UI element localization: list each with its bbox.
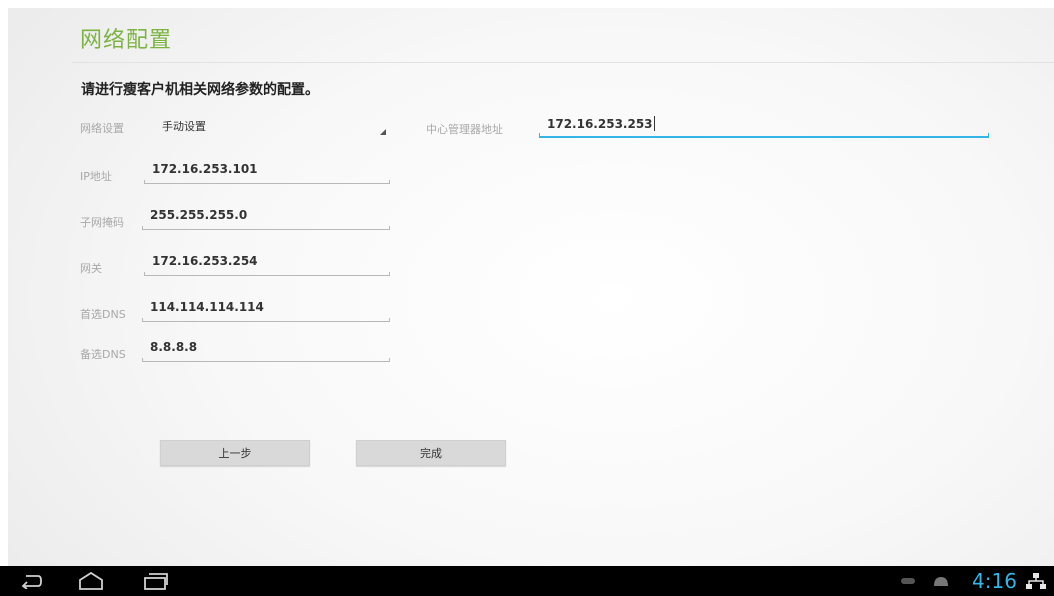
title-divider bbox=[72, 62, 1054, 63]
page-title: 网络配置 bbox=[80, 28, 173, 53]
network-setting-label: 网络设置 bbox=[80, 122, 124, 135]
ip-label: IP地址 bbox=[80, 170, 112, 183]
text-cursor bbox=[653, 116, 655, 131]
dns1-field[interactable]: 114.114.114.114 bbox=[142, 298, 390, 322]
recent-apps-icon[interactable] bbox=[143, 571, 169, 591]
network-setting-value: 手动设置 bbox=[162, 120, 206, 133]
manager-address-field[interactable]: 172.16.253.253 bbox=[539, 114, 989, 138]
manager-address-label: 中心管理器地址 bbox=[426, 123, 503, 136]
dropdown-arrow-icon bbox=[380, 129, 386, 135]
network-setting-spinner[interactable]: 手动设置 bbox=[154, 116, 390, 140]
subnet-value: 255.255.255.0 bbox=[150, 208, 248, 222]
subnet-field[interactable]: 255.255.255.0 bbox=[142, 206, 390, 230]
dns2-field[interactable]: 8.8.8.8 bbox=[142, 338, 390, 362]
gateway-value: 172.16.253.254 bbox=[152, 254, 258, 268]
back-icon[interactable] bbox=[20, 573, 42, 589]
ip-value: 172.16.253.101 bbox=[152, 162, 258, 176]
subnet-label: 子网掩码 bbox=[80, 216, 124, 229]
dns1-value: 114.114.114.114 bbox=[150, 300, 264, 314]
instruction-text: 请进行瘦客户机相关网络参数的配置。 bbox=[81, 82, 319, 98]
done-button[interactable]: 完成 bbox=[356, 440, 506, 466]
setup-screen: 网络配置 请进行瘦客户机相关网络参数的配置。 网络设置 手动设置 IP地址 17… bbox=[8, 8, 1054, 566]
home-icon[interactable] bbox=[78, 571, 104, 591]
ip-field[interactable]: 172.16.253.101 bbox=[144, 160, 390, 184]
gateway-label: 网关 bbox=[80, 262, 102, 275]
usb-icon bbox=[901, 578, 915, 584]
gateway-field[interactable]: 172.16.253.254 bbox=[144, 252, 390, 276]
system-navigation-bar: 4:16 bbox=[0, 566, 1054, 596]
network-icon bbox=[1026, 573, 1046, 589]
manager-address-value: 172.16.253.253 bbox=[547, 117, 653, 131]
android-debug-icon bbox=[934, 577, 948, 586]
dns2-value: 8.8.8.8 bbox=[150, 340, 198, 354]
dns2-label: 备选DNS bbox=[80, 348, 126, 361]
previous-button[interactable]: 上一步 bbox=[160, 440, 310, 466]
clock: 4:16 bbox=[972, 569, 1017, 593]
dns1-label: 首选DNS bbox=[80, 308, 126, 321]
